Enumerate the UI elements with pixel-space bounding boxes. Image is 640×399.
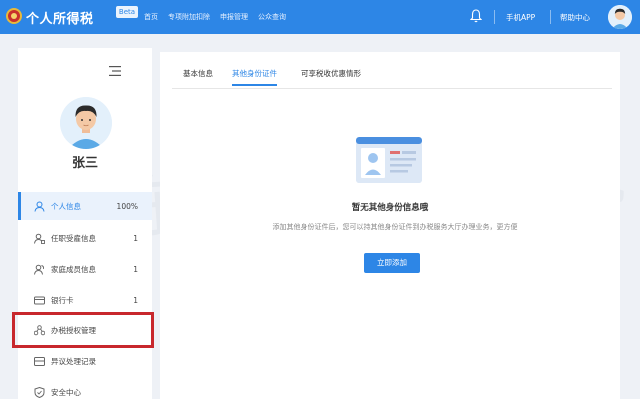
app-title[interactable]: 个人所得税 [26, 8, 94, 27]
beta-badge: Beta [116, 6, 138, 18]
sidebar-item-label: 个人信息 [51, 201, 81, 211]
record-icon [34, 356, 45, 366]
sidebar-item-objection-records[interactable]: 异议处理记录 [18, 347, 152, 375]
tab-basic-info[interactable]: 基本信息 [183, 68, 213, 84]
sidebar-item-count: 1 [133, 264, 138, 274]
person-icon [34, 201, 45, 212]
shield-icon [34, 386, 45, 398]
sidebar-item-family[interactable]: 家庭成员信息 1 [18, 255, 152, 283]
family-icon [34, 264, 45, 275]
sidebar-item-label: 安全中心 [51, 387, 81, 397]
divider [550, 10, 551, 24]
add-now-button[interactable]: 立即添加 [364, 253, 420, 273]
nav-public-query[interactable]: 公众查询 [258, 12, 286, 22]
sidebar-item-count: 100% [116, 201, 138, 211]
card-icon [34, 296, 45, 304]
sidebar-item-count: 1 [133, 233, 138, 243]
highlight-annotation-box [12, 312, 154, 348]
avatar-icon [60, 97, 112, 149]
bell-icon[interactable] [470, 9, 482, 23]
sidebar-item-label: 异议处理记录 [51, 356, 96, 366]
sidebar-item-label: 家庭成员信息 [51, 264, 96, 274]
empty-state-description: 添加其他身份证件后，您可以持其他身份证件到办税服务大厅办理业务，更方便 [272, 223, 518, 231]
sidebar-item-label: 银行卡 [51, 295, 74, 305]
tax-emblem-icon [6, 8, 22, 24]
user-avatar[interactable] [608, 5, 632, 29]
user-name: 张三 [71, 156, 98, 171]
mobile-app-link[interactable]: 手机APP [506, 12, 535, 23]
divider [494, 10, 495, 24]
sidebar-item-security[interactable]: 安全中心 [18, 378, 152, 399]
avatar-icon [608, 5, 632, 29]
top-bar: 个人所得税 Beta 首页 专项附加扣除 申报管理 公众查询 手机APP 帮助中… [0, 0, 640, 34]
sidebar-item-employment[interactable]: 任职受雇信息 1 [18, 224, 152, 252]
empty-state-title: 暂无其他身份信息哦 [351, 203, 429, 213]
employment-icon [34, 233, 45, 244]
help-center-link[interactable]: 帮助中心 [560, 12, 590, 23]
sidebar-item-count: 1 [133, 295, 138, 305]
nav-home[interactable]: 首页 [144, 12, 158, 22]
sidebar-item-bank-card[interactable]: 银行卡 1 [18, 286, 152, 314]
tab-divider [172, 88, 612, 89]
menu-collapse-icon[interactable] [109, 66, 121, 76]
id-card-icon [356, 137, 422, 183]
tab-other-id-documents[interactable]: 其他身份证件 [232, 68, 277, 86]
tab-tax-preferences[interactable]: 可享税收优惠情形 [301, 68, 361, 84]
nav-special-deduction[interactable]: 专项附加扣除 [168, 12, 210, 22]
nav-declaration[interactable]: 申报管理 [220, 12, 248, 22]
profile-avatar [60, 97, 112, 149]
sidebar-item-personal-info[interactable]: 个人信息 100% [18, 192, 152, 220]
sidebar-item-label: 任职受雇信息 [51, 233, 96, 243]
main-nav: 首页 专项附加扣除 申报管理 公众查询 [144, 12, 286, 22]
